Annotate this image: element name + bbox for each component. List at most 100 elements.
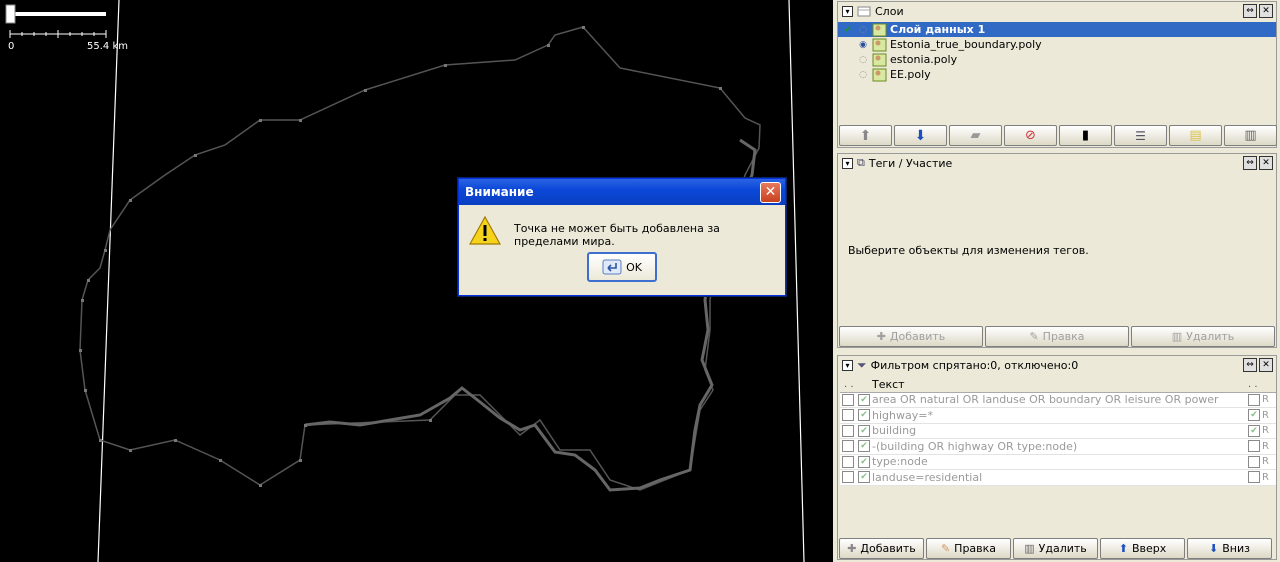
scale-start-label: 0	[8, 41, 15, 52]
toggle-visibility-button[interactable]: ⊘	[1004, 125, 1057, 146]
detach-icon[interactable]: ⇔	[1243, 4, 1257, 18]
filter-row[interactable]: ✔ highway=* ✔ R	[840, 408, 1276, 424]
enable-checkbox[interactable]	[842, 455, 854, 468]
filter-row[interactable]: ✔ area OR natural OR landuse OR boundary…	[840, 393, 1276, 408]
scale-bar	[10, 12, 106, 16]
layer-item[interactable]: ◌ estonia.poly	[838, 52, 1276, 67]
collapse-icon[interactable]: ▾	[842, 359, 853, 371]
edit-filter-button[interactable]: ✎ Правка	[926, 538, 1011, 559]
add-tag-button[interactable]: ✚ Добавить	[839, 326, 983, 347]
layers-pane: ▾ Слои ⇔ ✕ ✔ ◌ Слой данных 1 ◉ Estonia_t…	[837, 1, 1277, 148]
hide-checkbox[interactable]: ✔	[858, 471, 870, 484]
hide-checkbox[interactable]: ✔	[858, 440, 870, 453]
layers-pane-header[interactable]: ▾ Слои ⇔ ✕	[838, 2, 1276, 20]
inverse-checkbox[interactable]: ✔	[1248, 424, 1260, 437]
collapse-icon[interactable]: ▾	[842, 5, 853, 17]
enable-checkbox[interactable]	[842, 409, 854, 422]
dialog-titlebar[interactable]: Внимание ✕	[459, 179, 785, 205]
warning-dialog: Внимание ✕ Точка не может быть добавлена…	[458, 178, 786, 296]
layer-item[interactable]: ◉ Estonia_true_boundary.poly	[838, 37, 1276, 52]
collapse-icon[interactable]: ▾	[842, 157, 853, 169]
filter-text: highway=*	[872, 408, 933, 422]
return-arrow-icon	[602, 259, 622, 275]
layer-item[interactable]: ◌ EE.poly	[838, 67, 1276, 82]
filter-title: Фильтром спрятано:0, отключено:0	[870, 358, 1079, 372]
plus-icon: ✚	[847, 542, 857, 555]
filter-row[interactable]: ✔ landuse=residential R	[840, 470, 1276, 486]
visibility-icon[interactable]: ◌	[857, 55, 869, 65]
merge-button[interactable]: ▰	[949, 125, 1002, 146]
scale-end-label: 55.4 km	[87, 41, 128, 52]
detach-icon[interactable]: ⇔	[1243, 358, 1257, 372]
zoom-slider-handle	[5, 4, 16, 24]
tag-icon: ⧉	[857, 156, 865, 169]
dialog-close-button[interactable]: ✕	[760, 182, 781, 203]
filter-row[interactable]: ✔ building ✔ R	[840, 424, 1276, 439]
layer-list: ✔ ◌ Слой данных 1 ◉ Estonia_true_boundar…	[838, 22, 1276, 124]
layer-name: EE.poly	[890, 68, 931, 81]
active-check-icon[interactable]: ✔	[842, 25, 854, 35]
filter-text: -(building OR highway OR type:node)	[872, 439, 1078, 453]
eye-icon[interactable]: ◉	[857, 40, 869, 50]
arrow-down-icon: ⬇	[1209, 542, 1219, 555]
filter-text: building	[872, 424, 917, 438]
inverse-checkbox[interactable]	[1248, 471, 1260, 484]
edit-tag-button[interactable]: ✎ Правка	[985, 326, 1129, 347]
filter-table: . . Текст . . ✔ area OR natural OR landu…	[840, 377, 1276, 486]
inverse-checkbox[interactable]	[1248, 455, 1260, 468]
move-up-button[interactable]: ⬆	[839, 125, 892, 146]
layer-name: Слой данных 1	[890, 23, 986, 36]
trash-icon: ▥	[1024, 542, 1035, 555]
edit-icon: ✎	[1029, 330, 1039, 343]
move-down-button[interactable]: ⬇	[894, 125, 947, 146]
activate-button[interactable]: ▮	[1059, 125, 1112, 146]
filter-text: landuse=residential	[872, 470, 983, 484]
merge-icon: ▰	[970, 128, 981, 143]
enable-checkbox[interactable]	[842, 424, 854, 437]
show-all-button[interactable]: ☰	[1114, 125, 1167, 146]
hide-checkbox[interactable]: ✔	[858, 455, 870, 468]
layer-item[interactable]: ✔ ◌ Слой данных 1	[838, 22, 1276, 37]
filter-table-header: . . Текст . .	[840, 377, 1276, 393]
close-icon[interactable]: ✕	[1259, 156, 1273, 170]
trash-icon: ▥	[1244, 128, 1257, 143]
hide-checkbox[interactable]: ✔	[858, 424, 870, 437]
visibility-icon[interactable]: ◌	[857, 70, 869, 80]
inverse-checkbox[interactable]	[1248, 393, 1260, 406]
tags-pane-header[interactable]: ▾ ⧉ Теги / Участие ⇔ ✕	[838, 154, 1276, 172]
layers-icon	[857, 6, 871, 17]
col-text-header[interactable]: Текст	[872, 378, 1248, 391]
close-icon[interactable]: ✕	[1259, 358, 1273, 372]
enable-checkbox[interactable]	[842, 440, 854, 453]
enable-checkbox[interactable]	[842, 471, 854, 484]
visibility-icon[interactable]: ◌	[857, 25, 869, 35]
enable-checkbox[interactable]	[842, 393, 854, 406]
delete-layer-button[interactable]: ▥	[1224, 125, 1277, 146]
world-boundary-right	[788, 0, 805, 562]
dialog-message: Точка не может быть добавлена за предела…	[514, 222, 720, 248]
detach-icon[interactable]: ⇔	[1243, 156, 1257, 170]
inverse-checkbox[interactable]: ✔	[1248, 409, 1260, 422]
delete-tag-button[interactable]: ▥ Удалить	[1131, 326, 1275, 347]
hide-checkbox[interactable]: ✔	[858, 409, 870, 422]
filter-pane-header[interactable]: ▾ ⏷ Фильтром спрятано:0, отключено:0 ⇔ ✕	[838, 356, 1276, 374]
move-filter-up-button[interactable]: ⬆ Вверх	[1100, 538, 1185, 559]
arrow-up-icon: ⬆	[1118, 542, 1128, 555]
move-filter-down-button[interactable]: ⬇ Вниз	[1187, 538, 1272, 559]
add-filter-button[interactable]: ✚ Добавить	[839, 538, 924, 559]
side-panel: ▾ Слои ⇔ ✕ ✔ ◌ Слой данных 1 ◉ Estonia_t…	[833, 0, 1280, 562]
duplicate-button[interactable]: ▤	[1169, 125, 1222, 146]
filter-row[interactable]: ✔ -(building OR highway OR type:node) R	[840, 439, 1276, 455]
filter-mode: R	[1262, 425, 1269, 437]
data-layer-icon	[872, 38, 887, 51]
layers-title: Слои	[875, 4, 904, 18]
filter-row[interactable]: ✔ type:node R	[840, 455, 1276, 470]
inverse-checkbox[interactable]	[1248, 440, 1260, 453]
warning-icon	[469, 215, 501, 245]
close-icon[interactable]: ✕	[1259, 4, 1273, 18]
hide-checkbox[interactable]: ✔	[858, 393, 870, 406]
ok-button[interactable]: OK	[587, 252, 657, 282]
filter-pane: ▾ ⏷ Фильтром спрятано:0, отключено:0 ⇔ ✕…	[837, 355, 1277, 560]
delete-filter-button[interactable]: ▥ Удалить	[1013, 538, 1098, 559]
filter-mode: R	[1262, 394, 1269, 406]
